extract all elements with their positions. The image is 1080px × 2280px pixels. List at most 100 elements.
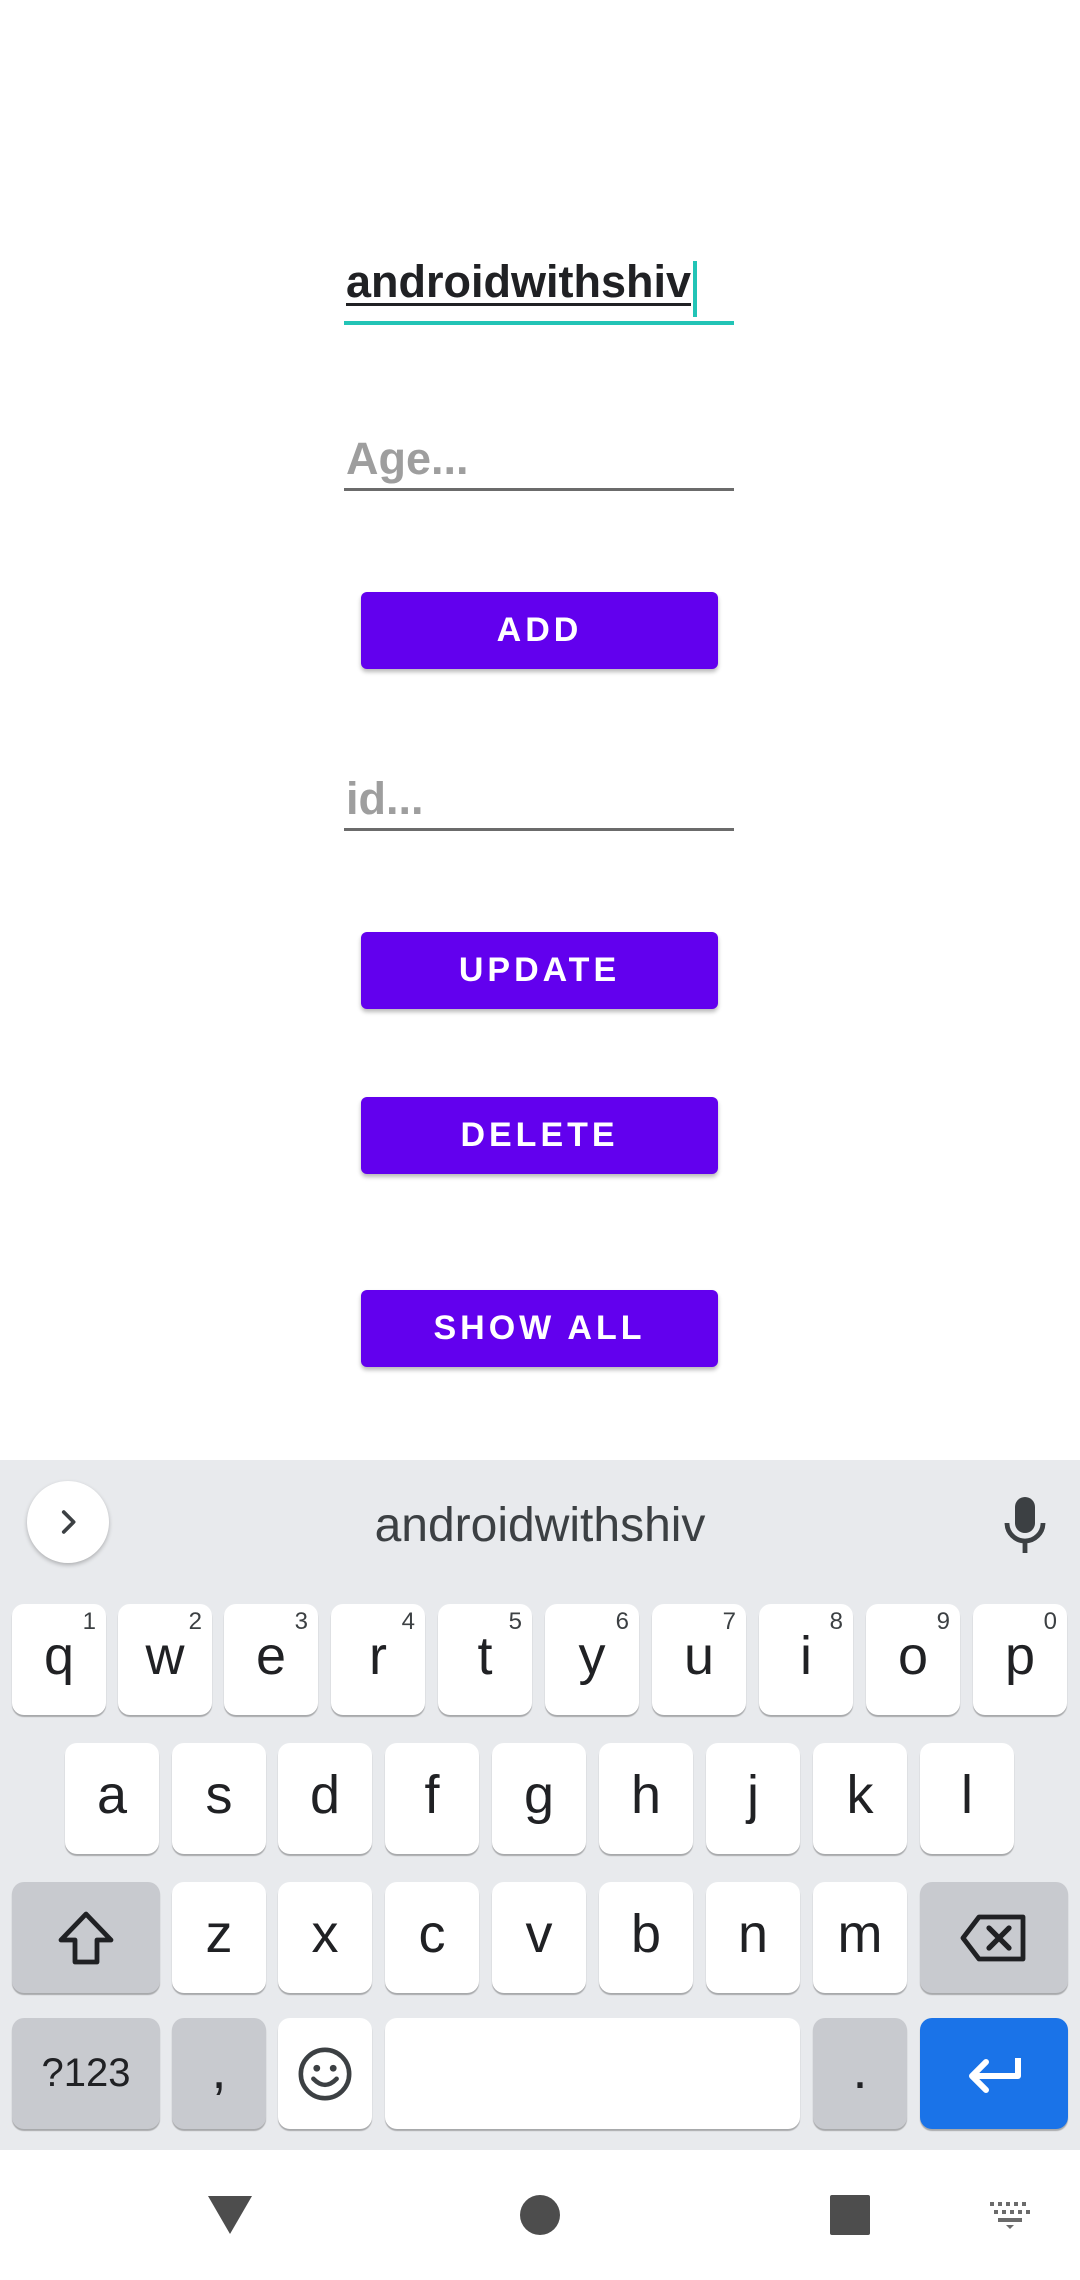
comma-key[interactable]: , [172,2018,266,2129]
name-field[interactable]: androidwithshiv [344,253,734,325]
key-r-hint: 4 [401,1608,415,1635]
key-x[interactable]: x [278,1882,372,1993]
key-n-label: n [737,1903,769,1964]
comma-key-label: , [211,2039,227,2100]
key-u[interactable]: u 7 [652,1604,746,1715]
enter-key[interactable] [920,2018,1068,2129]
key-h-label: h [630,1764,662,1825]
key-d[interactable]: d [278,1743,372,1854]
key-y-hint: 6 [615,1608,629,1635]
age-field-placeholder: Age... [346,433,469,484]
backspace-key[interactable] [920,1882,1068,1993]
key-k-label: k [846,1764,874,1825]
mic-icon [1004,1497,1046,1553]
add-button-label: ADD [496,611,583,649]
age-field[interactable]: Age... [344,430,734,491]
key-w[interactable]: w 2 [118,1604,212,1715]
key-i-label: i [800,1625,812,1686]
key-i-hint: 8 [829,1608,843,1635]
key-u-hint: 7 [722,1608,736,1635]
add-button[interactable]: ADD [361,592,718,669]
key-e[interactable]: e 3 [224,1604,318,1715]
key-w-label: w [145,1625,185,1686]
period-key-label: . [852,2039,868,2100]
key-b-label: b [630,1903,662,1964]
backspace-icon [960,1914,1026,1961]
key-w-hint: 2 [188,1608,202,1635]
key-r-label: r [369,1625,387,1686]
key-i[interactable]: i 8 [759,1604,853,1715]
key-c-label: c [418,1903,446,1964]
key-j[interactable]: j [706,1743,800,1854]
square-recents-icon [830,2195,870,2235]
key-o-label: o [897,1625,929,1686]
key-l-label: l [961,1764,973,1825]
key-x-label: x [311,1903,339,1964]
key-c[interactable]: c [385,1882,479,1993]
key-a-label: a [96,1764,128,1825]
key-q-hint: 1 [82,1608,96,1635]
key-p[interactable]: p 0 [973,1604,1067,1715]
text-cursor [693,260,698,317]
recents-button[interactable] [810,2180,890,2250]
suggestion-strip: androidwithshiv [0,1460,1080,1582]
show-all-button-label: SHOW ALL [433,1309,646,1347]
key-n[interactable]: n [706,1882,800,1993]
delete-button[interactable]: DELETE [361,1097,718,1174]
key-f[interactable]: f [385,1743,479,1854]
key-m[interactable]: m [813,1882,907,1993]
triangle-back-icon [208,2196,252,2234]
key-z[interactable]: z [172,1882,266,1993]
key-y[interactable]: y 6 [545,1604,639,1715]
soft-keyboard: androidwithshiv q 1 w 2 e 3 r 4 t 5 y 6 … [0,1460,1080,2150]
key-g-label: g [523,1764,555,1825]
symbols-key[interactable]: ?123 [12,2018,160,2129]
key-s-label: s [205,1764,233,1825]
key-t-label: t [477,1625,493,1686]
key-b[interactable]: b [599,1882,693,1993]
key-q[interactable]: q 1 [12,1604,106,1715]
back-button[interactable] [190,2180,270,2250]
key-e-hint: 3 [294,1608,308,1635]
key-p-label: p [1004,1625,1036,1686]
word-suggestion[interactable]: androidwithshiv [0,1498,1080,1553]
key-t[interactable]: t 5 [438,1604,532,1715]
update-button[interactable]: UPDATE [361,932,718,1009]
id-field[interactable]: id... [344,770,734,831]
keyboard-switch-button[interactable] [975,2185,1045,2245]
space-key[interactable] [385,2018,800,2129]
key-k[interactable]: k [813,1743,907,1854]
shift-key[interactable] [12,1882,160,1993]
key-u-label: u [683,1625,715,1686]
key-z-label: z [205,1903,233,1964]
key-v[interactable]: v [492,1882,586,1993]
voice-input-button[interactable] [990,1490,1060,1560]
key-s[interactable]: s [172,1743,266,1854]
key-a[interactable]: a [65,1743,159,1854]
shift-arrow-icon [58,1911,114,1964]
enter-arrow-icon [969,2057,1021,2093]
circle-home-icon [520,2195,560,2235]
key-o[interactable]: o 9 [866,1604,960,1715]
emoji-icon [298,2047,352,2100]
key-y-label: y [578,1625,606,1686]
key-e-label: e [255,1625,287,1686]
key-g[interactable]: g [492,1743,586,1854]
key-f-label: f [424,1764,440,1825]
emoji-key[interactable] [278,2018,372,2129]
period-key[interactable]: . [813,2018,907,2129]
key-m-label: m [837,1903,883,1964]
key-o-hint: 9 [936,1608,950,1635]
keyboard-icon [990,2202,1030,2229]
key-h[interactable]: h [599,1743,693,1854]
key-v-label: v [525,1903,553,1964]
key-l[interactable]: l [920,1743,1014,1854]
key-q-label: q [43,1625,75,1686]
key-j-label: j [747,1764,759,1825]
key-r[interactable]: r 4 [331,1604,425,1715]
update-button-label: UPDATE [458,951,621,989]
show-all-button[interactable]: SHOW ALL [361,1290,718,1367]
name-field-value: androidwithshiv [346,256,692,307]
key-t-hint: 5 [508,1608,522,1635]
home-button[interactable] [500,2180,580,2250]
